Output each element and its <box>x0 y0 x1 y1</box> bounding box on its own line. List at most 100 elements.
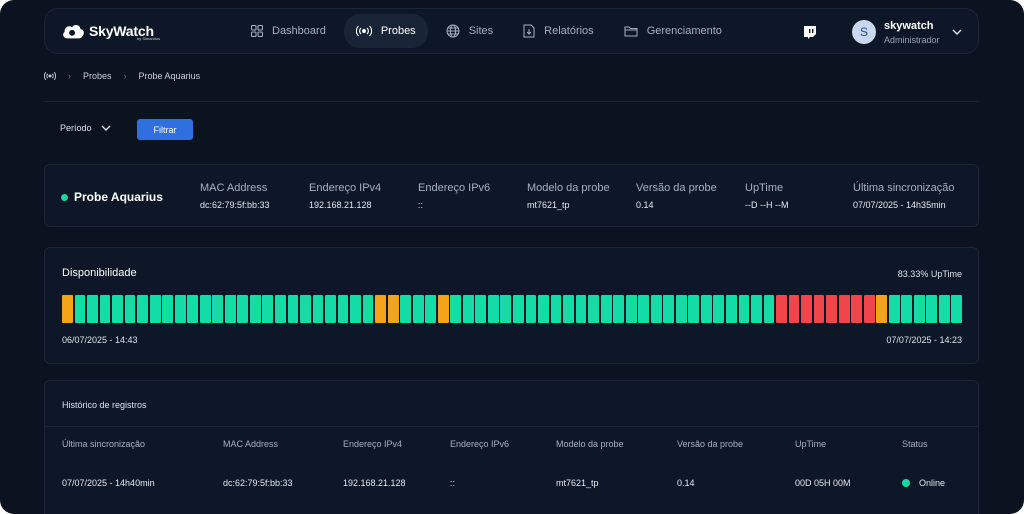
availability-segment-up[interactable] <box>550 295 562 323</box>
availability-segment-up[interactable] <box>888 295 900 323</box>
availability-segment-up[interactable] <box>700 295 712 323</box>
column-header[interactable]: Status <box>902 439 928 449</box>
availability-segment-warn[interactable] <box>375 295 387 323</box>
availability-segment-up[interactable] <box>475 295 487 323</box>
nav-item-probes[interactable]: Probes <box>343 14 428 48</box>
nav-item-sites[interactable]: Sites <box>434 14 505 48</box>
availability-segment-up[interactable] <box>738 295 750 323</box>
breadcrumb-probes[interactable]: Probes <box>83 71 112 81</box>
availability-segment-up[interactable] <box>99 295 111 323</box>
availability-segment-up[interactable] <box>600 295 612 323</box>
availability-segment-up[interactable] <box>174 295 186 323</box>
availability-segment-up[interactable] <box>325 295 336 323</box>
nav-item-dashboard[interactable]: Dashboard <box>239 14 338 48</box>
availability-segment-up[interactable] <box>312 295 324 323</box>
availability-segment-up[interactable] <box>625 295 637 323</box>
availability-segment-up[interactable] <box>663 295 675 323</box>
field-label: Modelo da probe <box>527 182 610 194</box>
availability-segment-up[interactable] <box>913 295 925 323</box>
availability-segment-up[interactable] <box>500 295 512 323</box>
availability-segment-down[interactable] <box>801 295 812 323</box>
availability-segment-down[interactable] <box>776 295 787 323</box>
timeline-end: 07/07/2025 - 14:23 <box>886 335 962 345</box>
availability-segment-up[interactable] <box>563 295 574 323</box>
availability-segment-up[interactable] <box>901 295 913 323</box>
availability-segment-up[interactable] <box>274 295 286 323</box>
availability-segment-up[interactable] <box>300 295 311 323</box>
twitch-icon[interactable] <box>802 25 818 39</box>
availability-segment-up[interactable] <box>613 295 625 323</box>
availability-segment-up[interactable] <box>187 295 199 323</box>
availability-segment-up[interactable] <box>74 295 86 323</box>
availability-segment-up[interactable] <box>124 295 136 323</box>
top-navbar: SkyWatch by Simandus Dashboard Probes Si… <box>44 8 979 54</box>
availability-segment-down[interactable] <box>788 295 800 323</box>
breadcrumb-current: Probe Aquarius <box>138 71 201 81</box>
availability-segment-up[interactable] <box>149 295 161 323</box>
availability-segment-warn[interactable] <box>387 295 399 323</box>
availability-segment-up[interactable] <box>237 295 249 323</box>
availability-segment-up[interactable] <box>713 295 725 323</box>
availability-segment-up[interactable] <box>262 295 274 323</box>
availability-segment-up[interactable] <box>575 295 587 323</box>
user-menu[interactable]: S skywatch Administrador <box>852 10 978 54</box>
availability-segment-up[interactable] <box>538 295 549 323</box>
column-header[interactable]: Endereço IPv6 <box>450 439 509 449</box>
availability-segment-down[interactable] <box>851 295 863 323</box>
availability-segment-up[interactable] <box>513 295 524 323</box>
column-header[interactable]: Endereço IPv4 <box>343 439 402 449</box>
column-header[interactable]: MAC Address <box>223 439 278 449</box>
period-dropdown[interactable]: Período <box>60 123 111 133</box>
availability-segment-up[interactable] <box>112 295 123 323</box>
availability-segment-down[interactable] <box>838 295 850 323</box>
availability-segment-up[interactable] <box>400 295 412 323</box>
status-dot <box>902 479 910 487</box>
availability-segment-up[interactable] <box>362 295 374 323</box>
availability-segment-up[interactable] <box>287 295 299 323</box>
availability-segment-up[interactable] <box>425 295 437 323</box>
availability-segment-up[interactable] <box>926 295 938 323</box>
availability-segment-up[interactable] <box>725 295 737 323</box>
availability-segment-up[interactable] <box>412 295 424 323</box>
column-header[interactable]: Última sincronização <box>62 439 145 449</box>
availability-segment-up[interactable] <box>487 295 499 323</box>
broadcast-icon[interactable] <box>44 71 56 81</box>
column-header[interactable]: Modelo da probe <box>556 439 624 449</box>
availability-segment-up[interactable] <box>199 295 211 323</box>
availability-segment-up[interactable] <box>938 295 950 323</box>
availability-segment-up[interactable] <box>137 295 148 323</box>
availability-segment-up[interactable] <box>337 295 349 323</box>
availability-segment-up[interactable] <box>224 295 236 323</box>
filter-button[interactable]: Filtrar <box>137 119 193 140</box>
availability-segment-warn[interactable] <box>876 295 888 323</box>
nav-item-relatorios[interactable]: Relatórios <box>511 14 606 48</box>
availability-segment-up[interactable] <box>462 295 474 323</box>
availability-segment-up[interactable] <box>951 295 963 323</box>
availability-segment-up[interactable] <box>650 295 662 323</box>
availability-segment-up[interactable] <box>450 295 462 323</box>
availability-segment-up[interactable] <box>751 295 762 323</box>
availability-segment-down[interactable] <box>826 295 838 323</box>
column-header[interactable]: Versão da probe <box>677 439 743 449</box>
availability-segment-up[interactable] <box>212 295 224 323</box>
availability-segment-up[interactable] <box>350 295 361 323</box>
field-label: Endereço IPv4 <box>309 182 382 194</box>
field-value: :: <box>418 200 424 210</box>
availability-segment-up[interactable] <box>525 295 537 323</box>
nav-item-gerenciamento[interactable]: Gerenciamento <box>612 14 734 48</box>
availability-segment-up[interactable] <box>87 295 98 323</box>
availability-segment-up[interactable] <box>638 295 650 323</box>
brand-logo[interactable]: SkyWatch by Simandus <box>61 21 231 41</box>
availability-segment-up[interactable] <box>763 295 775 323</box>
availability-segment-up[interactable] <box>162 295 174 323</box>
column-header[interactable]: UpTime <box>795 439 826 449</box>
availability-segment-up[interactable] <box>675 295 687 323</box>
availability-segment-warn[interactable] <box>62 295 73 323</box>
availability-segment-up[interactable] <box>588 295 599 323</box>
availability-segment-up[interactable] <box>249 295 261 323</box>
availability-segment-up[interactable] <box>688 295 700 323</box>
availability-segment-down[interactable] <box>813 295 825 323</box>
availability-segment-warn[interactable] <box>437 295 449 323</box>
broadcast-icon <box>355 25 372 37</box>
availability-segment-down[interactable] <box>863 295 875 323</box>
